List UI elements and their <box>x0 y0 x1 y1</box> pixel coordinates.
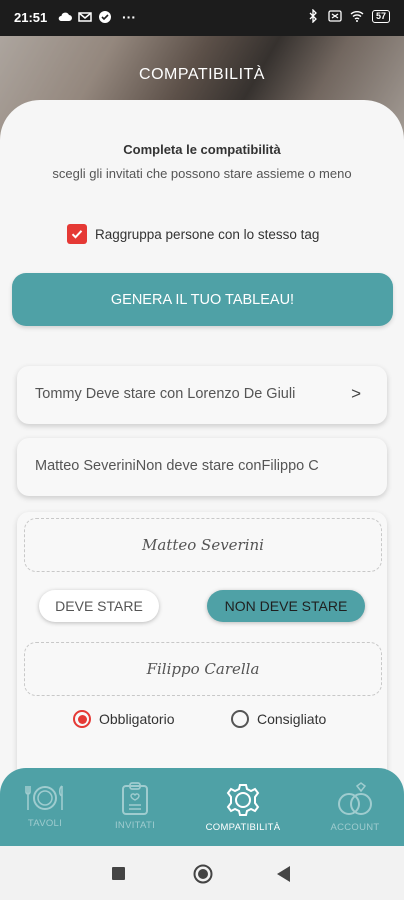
radio-mandatory-label: Obbligatorio <box>99 711 175 727</box>
rule-text: Matteo SeveriniNon deve stare conFilippo… <box>35 458 319 474</box>
radio-suggested-label: Consigliato <box>257 711 327 727</box>
sim-icon <box>328 10 342 22</box>
rule-text: Tommy Deve stare con Lorenzo De Giuli <box>35 386 296 402</box>
nav-invitati-label: INVITATI <box>114 820 156 831</box>
bottom-navigation: TAVOLI INVITATI COMPATIBILITÀ ACCOUNT <box>0 768 404 846</box>
must-not-sit-together-button[interactable]: NON DEVE STARE <box>207 590 365 622</box>
system-navigation-bar <box>0 846 404 900</box>
nav-account-label: ACCOUNT <box>330 822 380 833</box>
status-right-icons: 57 <box>306 9 390 23</box>
compatibility-rule-card[interactable]: Matteo SeveriniNon deve stare conFilippo… <box>17 438 387 496</box>
radio-button[interactable] <box>231 710 249 728</box>
dining-icon <box>25 785 63 810</box>
nav-tavoli[interactable]: TAVOLI <box>0 774 90 844</box>
group-by-tag-label: Raggruppa persone con lo stesso tag <box>95 226 320 242</box>
chevron-right-icon: > <box>351 384 361 403</box>
nav-compatibilita-label: COMPATIBILITÀ <box>205 822 281 833</box>
compatibility-editor: Matteo Severini DEVE STARE NON DEVE STAR… <box>17 512 387 812</box>
compatibility-rule-card[interactable]: Tommy Deve stare con Lorenzo De Giuli > <box>17 366 387 424</box>
page-title: COMPATIBILITÀ <box>139 66 265 83</box>
must-sit-together-button[interactable]: DEVE STARE <box>39 590 159 622</box>
back-triangle-icon <box>277 866 290 882</box>
more-icon: ··· <box>122 9 136 25</box>
intro-title: Completa le compatibilità <box>123 142 281 157</box>
battery-level: 57 <box>375 10 386 21</box>
mail-icon <box>78 12 92 22</box>
intro-subtitle: scegli gli invitati che possono stare as… <box>52 166 352 181</box>
radio-mandatory[interactable]: Obbligatorio <box>73 710 175 728</box>
clipboard-icon <box>122 782 148 815</box>
square-icon <box>112 867 125 880</box>
gear-icon <box>226 784 260 816</box>
rings-icon <box>338 782 372 815</box>
check-icon <box>71 230 83 239</box>
radio-suggested[interactable]: Consigliato <box>231 710 326 728</box>
nav-tavoli-label: TAVOLI <box>27 818 63 829</box>
battery-icon: 57 <box>371 9 390 23</box>
radio-button-selected[interactable] <box>73 710 91 728</box>
nav-compatibilita[interactable]: COMPATIBILITÀ <box>198 774 288 844</box>
group-by-tag-option[interactable]: Raggruppa persone con lo stesso tag <box>67 224 319 244</box>
person-a-selector[interactable]: Matteo Severini <box>24 518 382 572</box>
nav-invitati[interactable]: INVITATI <box>90 774 180 844</box>
cloud-icon <box>58 12 72 21</box>
status-left-icons: ··· <box>58 9 136 25</box>
status-time: 21:51 <box>14 10 48 25</box>
status-bar: 21:51 ··· 57 <box>0 0 404 36</box>
home-circle-icon <box>193 864 213 884</box>
person-b-selector[interactable]: Filippo Carella <box>24 642 382 696</box>
wifi-icon <box>350 11 364 22</box>
recent-apps-button[interactable] <box>112 867 125 885</box>
back-button[interactable] <box>277 866 291 887</box>
check-circle-icon <box>99 11 111 23</box>
group-by-tag-checkbox[interactable] <box>67 224 87 244</box>
bluetooth-icon <box>309 9 317 23</box>
generate-tableau-button[interactable]: GENERA IL TUO TABLEAU! <box>12 273 393 326</box>
nav-account[interactable]: ACCOUNT <box>310 774 400 844</box>
home-button[interactable] <box>193 864 213 889</box>
